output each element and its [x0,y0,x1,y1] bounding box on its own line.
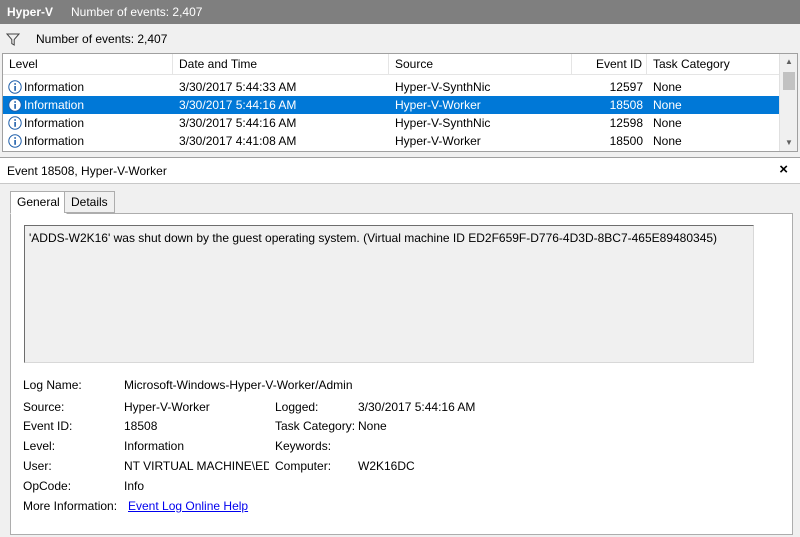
user-label: User: [23,459,52,473]
task-category-value: None [358,419,387,433]
row-event-id: 18500 [609,134,643,148]
column-level[interactable]: Level [3,54,173,75]
filter-bar: Number of events: 2,407 [0,27,800,51]
information-icon [8,134,22,148]
row-source: Hyper-V-Worker [395,134,481,148]
column-date-time[interactable]: Date and Time [173,54,389,75]
table-row-selected[interactable]: Information 3/30/2017 5:44:16 AM Hyper-V… [3,96,779,114]
information-icon [8,116,22,130]
row-datetime: 3/30/2017 5:44:16 AM [179,98,297,112]
vertical-scrollbar[interactable]: ▲ ▼ [779,54,797,151]
scroll-thumb[interactable] [783,72,795,90]
event-count-label: Number of events: 2,407 [71,5,203,19]
row-level: Information [24,80,85,94]
log-title: Hyper-V [7,5,54,19]
filter-icon[interactable] [6,33,20,46]
source-value: Hyper-V-Worker [124,400,210,414]
opcode-label: OpCode: [23,479,72,493]
row-source: Hyper-V-SynthNic [395,80,491,94]
source-label: Source: [23,400,65,414]
table-row[interactable]: Information 3/30/2017 5:44:16 AM Hyper-V… [3,114,779,132]
row-level: Information [24,116,85,130]
row-category: None [653,80,682,94]
detail-header: Event 18508, Hyper-V-Worker × [0,158,800,184]
information-icon [8,80,22,94]
row-datetime: 3/30/2017 5:44:16 AM [179,116,297,130]
window-titlebar: Hyper-V Number of events: 2,407 [0,0,800,24]
event-log-help-link[interactable]: Event Log Online Help [128,498,248,514]
tab-details[interactable]: Details [64,191,115,213]
column-header-row: Level Date and Time Source Event ID Task… [3,54,779,75]
user-value: NT VIRTUAL MACHINE\ED2F [124,459,269,473]
column-task-category[interactable]: Task Category [647,54,779,75]
close-icon[interactable]: × [779,161,788,178]
opcode-value: Info [124,479,145,493]
event-list[interactable]: Level Date and Time Source Event ID Task… [2,53,798,152]
logged-label: Logged: [275,400,319,414]
row-level: Information [24,98,85,112]
tab-general[interactable]: General [10,191,67,214]
logged-value: 3/30/2017 5:44:16 AM [358,400,476,414]
level-label: Level: [23,439,56,453]
information-icon [8,98,22,112]
keywords-label: Keywords: [275,439,332,453]
filter-count-label: Number of events: 2,407 [36,32,168,46]
log-name-label: Log Name: [23,378,82,392]
row-datetime: 3/30/2017 4:41:08 AM [179,134,297,148]
level-value: Information [124,439,185,453]
event-id-value: 18508 [124,419,158,433]
log-name-value: Microsoft-Windows-Hyper-V-Worker/Admin [124,378,353,392]
event-id-label: Event ID: [23,419,73,433]
row-category: None [653,98,682,112]
row-source: Hyper-V-Worker [395,98,481,112]
task-category-label: Task Category: [275,419,356,433]
table-row[interactable]: Information 3/30/2017 4:41:08 AM Hyper-V… [3,132,779,150]
row-category: None [653,116,682,130]
computer-label: Computer: [275,459,332,473]
column-source[interactable]: Source [389,54,572,75]
event-message-box[interactable]: 'ADDS-W2K16' was shut down by the guest … [24,225,754,363]
column-event-id[interactable]: Event ID [572,54,647,75]
row-event-id: 12598 [609,116,643,130]
scroll-down-icon[interactable]: ▼ [780,135,798,151]
row-level: Information [24,134,85,148]
table-row[interactable]: Information 3/30/2017 5:44:33 AM Hyper-V… [3,78,779,96]
detail-title: Event 18508, Hyper-V-Worker [7,164,167,178]
event-message: 'ADDS-W2K16' was shut down by the guest … [29,231,718,245]
scroll-up-icon[interactable]: ▲ [780,54,798,70]
row-category: None [653,134,682,148]
row-source: Hyper-V-SynthNic [395,116,491,130]
row-datetime: 3/30/2017 5:44:33 AM [179,80,297,94]
row-event-id: 12597 [609,80,643,94]
row-event-id: 18508 [609,98,643,112]
more-info-label: More Information: [23,499,118,513]
computer-value: W2K16DC [358,459,415,473]
